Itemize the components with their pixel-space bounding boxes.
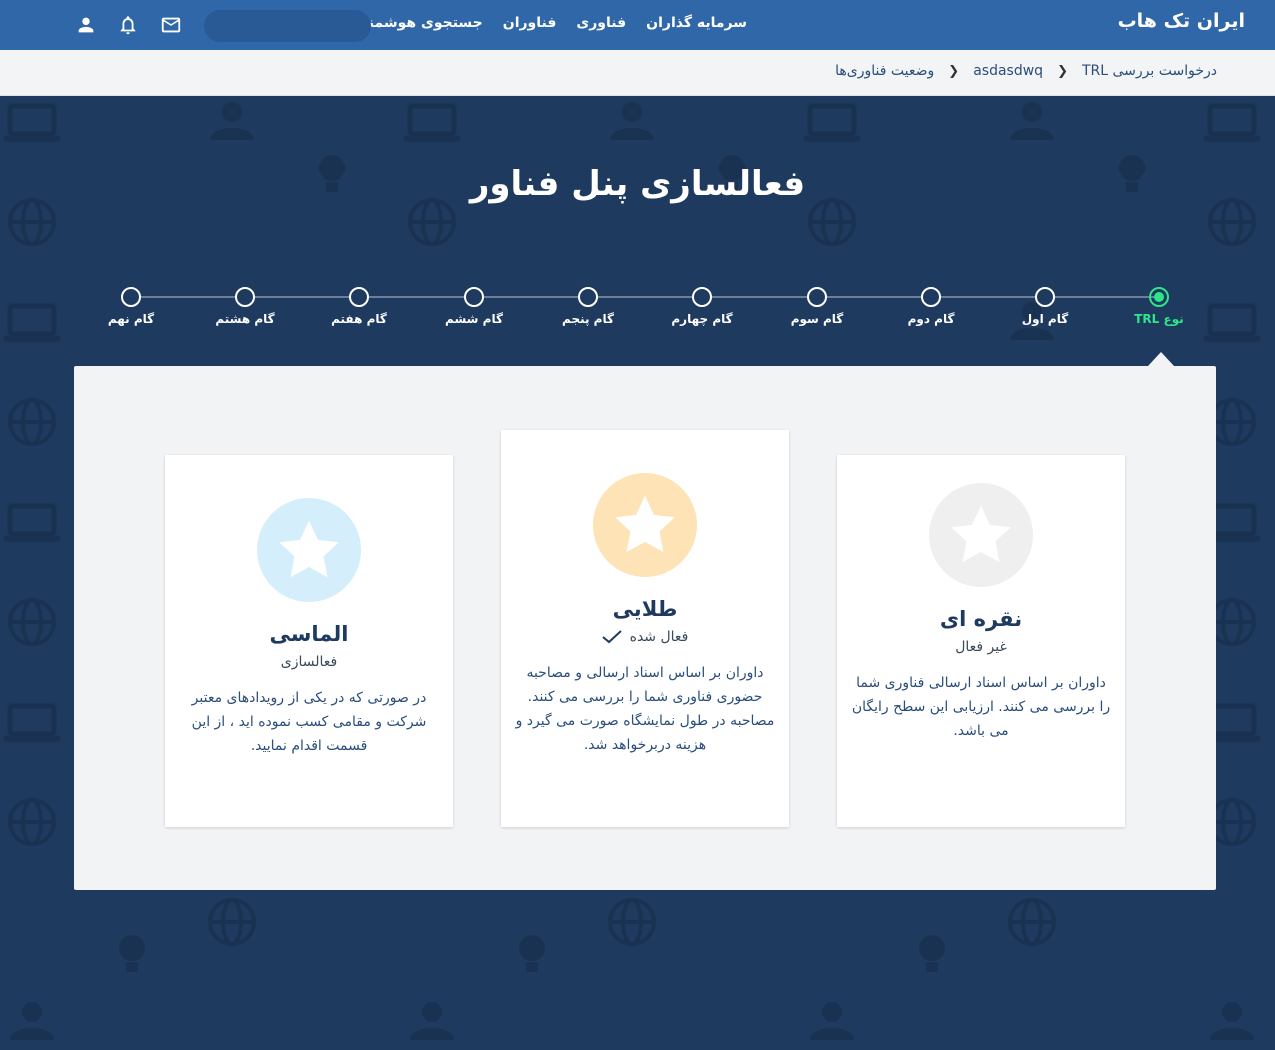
plan-status: غیر فعال [837,639,1125,655]
plan-card-silver[interactable]: نقره ای غیر فعال داوران بر اساس اسناد ار… [837,455,1125,827]
step-label: گام چهارم [671,312,733,326]
plan-status: فعال شده [501,629,789,645]
main-nav: جستجوی هوشمند فناوران فناوری سرمایه گذار… [361,15,747,31]
breadcrumb-bar: وضعیت فناوری‌ها ❮ asdasdwq ❮ درخواست برر… [0,50,1275,96]
step-3[interactable]: گام سوم [767,284,867,326]
breadcrumb-trl-request: درخواست بررسی TRL [1081,63,1217,79]
step-trl-type[interactable]: نوع TRL [1109,284,1209,326]
step-label: گام هشتم [215,312,275,326]
step-label: گام پنجم [562,312,614,326]
nav-technologists[interactable]: فناوران [503,15,557,31]
step-label: گام اول [1021,312,1069,326]
step-indicator-icon [235,287,255,307]
plan-description: در صورتی که در یکی از رویدادهای معتبر شر… [191,690,427,754]
trl-stepper: نوع TRL گام اول گام دوم گام سوم گام چهار… [0,284,1275,334]
plan-description: داوران بر اساس اسناد ارسالی و مصاحبه حضو… [515,665,775,753]
nav-smart-search[interactable]: جستجوی هوشمند [361,15,483,31]
step-indicator-icon [692,287,712,307]
hero-section: فعالسازی پنل فناور نوع TRL گام اول گام د… [0,96,1275,1050]
plan-title: نقره ای [939,607,1023,631]
step-label: گام هفتم [331,312,387,326]
star-badge-icon [257,498,361,602]
chevron-left-icon: ❮ [948,63,960,79]
step-1[interactable]: گام اول [995,284,1095,326]
chevron-left-icon: ❮ [1057,63,1068,79]
step-label: گام ششم [445,312,503,326]
plan-status-text: غیر فعال [955,639,1007,655]
user-icon[interactable] [75,14,97,36]
step-label: گام دوم [907,312,955,326]
step-indicator-icon [578,287,598,307]
plan-card-gold[interactable]: طلایی فعال شده داوران بر اساس اسناد ارسا… [501,430,789,827]
step-indicator-icon [1035,287,1055,307]
nav-investors[interactable]: سرمایه گذاران [646,15,747,31]
page-title: فعالسازی پنل فناور [469,164,806,204]
breadcrumb-tech-name[interactable]: asdasdwq [973,63,1043,79]
step-indicator-icon [807,287,827,307]
search-input[interactable] [204,10,371,42]
step-indicator-icon [464,287,484,307]
plan-selection-panel: نقره ای غیر فعال داوران بر اساس اسناد ار… [74,366,1216,890]
plan-status-text: فعال شده [629,629,689,645]
breadcrumb: وضعیت فناوری‌ها ❮ asdasdwq ❮ درخواست برر… [835,63,1217,79]
step-label: گام سوم [790,312,844,326]
step-label: گام نهم [107,312,155,326]
panel-pointer [1148,352,1174,366]
step-7[interactable]: گام هفتم [309,284,409,326]
step-indicator-icon [1149,287,1169,307]
step-indicator-icon [921,287,941,307]
step-label: نوع TRL [1134,312,1184,326]
plan-title: الماسی [269,622,349,646]
plan-status[interactable]: فعالسازی [165,654,453,670]
top-navbar: ایران تک هاب جستجوی هوشمند فناوران فناور… [0,0,1275,50]
step-4[interactable]: گام چهارم [652,284,752,326]
step-6[interactable]: گام ششم [424,284,524,326]
brand-logo[interactable]: ایران تک هاب [1118,10,1245,32]
step-8[interactable]: گام هشتم [195,284,295,326]
step-indicator-icon [121,287,141,307]
step-5[interactable]: گام پنجم [538,284,638,326]
star-badge-icon [593,473,697,577]
star-badge-icon [929,483,1033,587]
activate-link[interactable]: فعالسازی [281,654,337,670]
step-9[interactable]: گام نهم [81,284,181,326]
nav-technology[interactable]: فناوری [576,15,626,31]
plan-card-diamond[interactable]: الماسی فعالسازی در صورتی که در یکی از رو… [165,455,453,827]
plan-title: طلایی [612,597,678,621]
mail-icon[interactable] [160,14,182,36]
bell-icon[interactable] [117,14,139,36]
step-indicator-icon [349,287,369,307]
breadcrumb-tech-status[interactable]: وضعیت فناوری‌ها [835,63,934,79]
step-2[interactable]: گام دوم [881,284,981,326]
plan-description: داوران بر اساس اسناد ارسالی فناوری شما ر… [851,675,1111,739]
check-icon [601,630,622,644]
